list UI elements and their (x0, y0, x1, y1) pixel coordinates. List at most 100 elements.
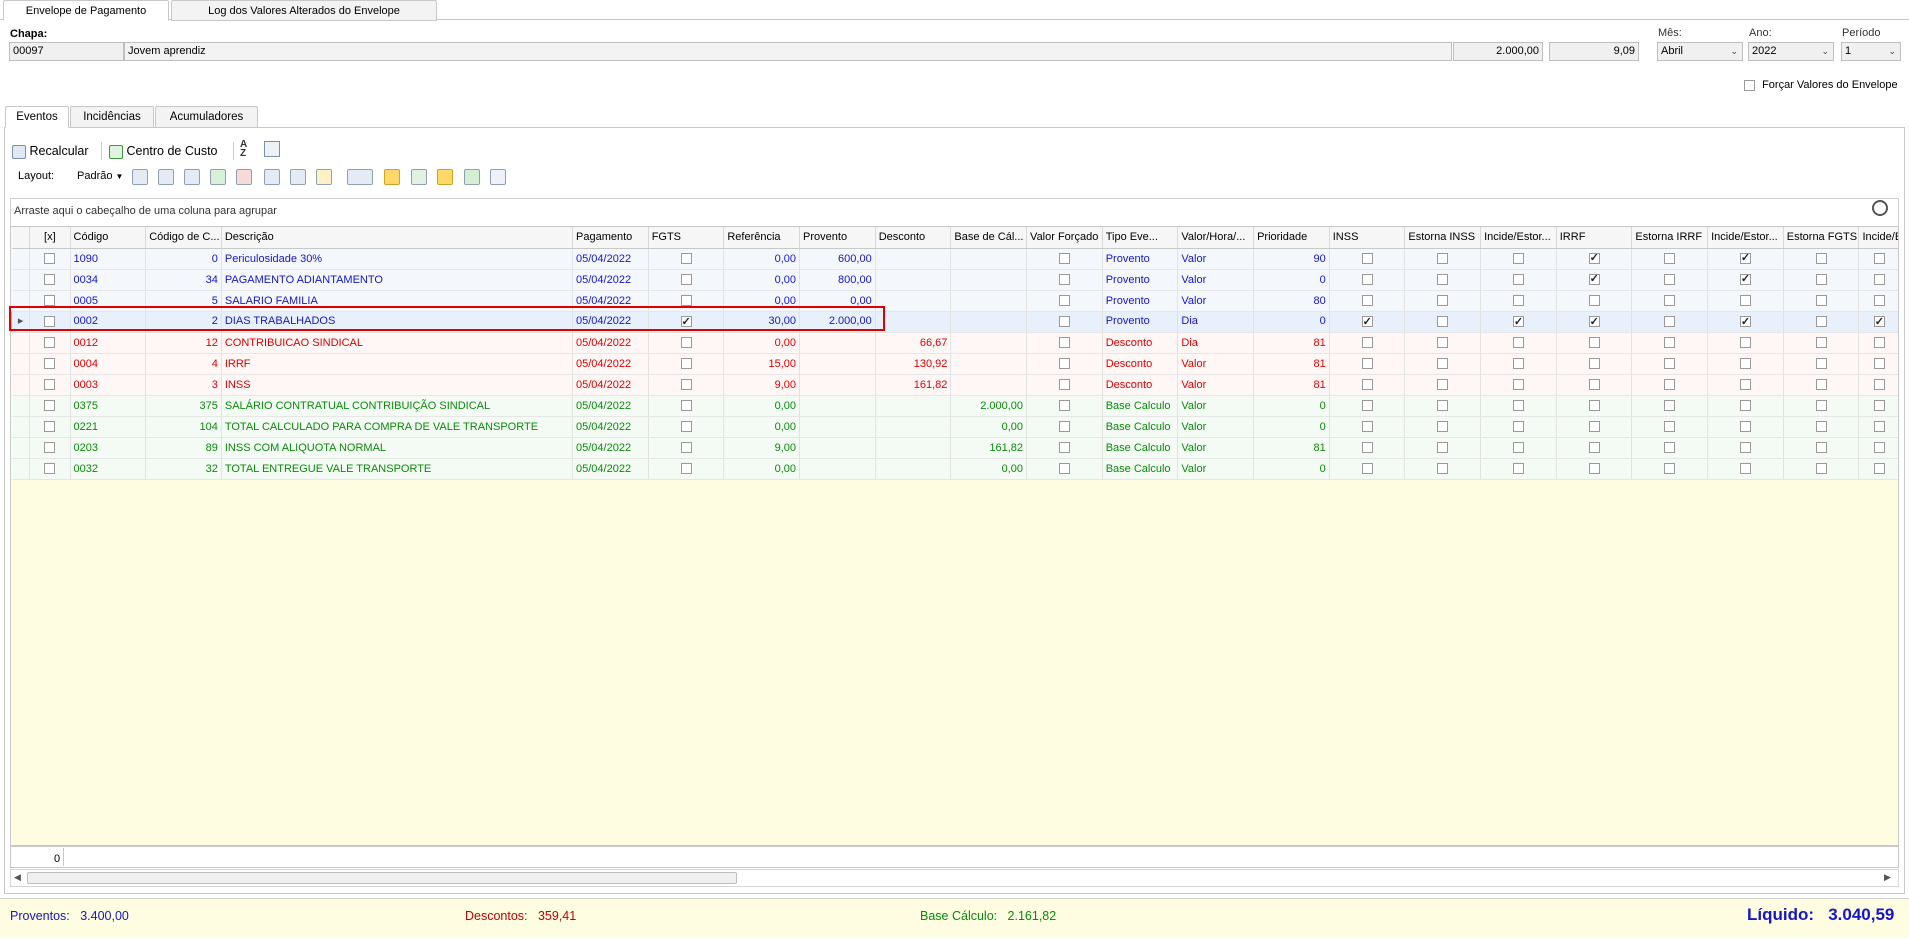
checkbox[interactable] (44, 337, 56, 349)
incidence-checkbox-cell[interactable] (1480, 311, 1557, 333)
valor-forcado-cell[interactable] (1026, 290, 1103, 312)
checkbox[interactable] (680, 442, 692, 454)
checkbox[interactable] (1873, 274, 1885, 286)
checkbox[interactable] (680, 379, 692, 391)
incidence-checkbox-cell[interactable] (1329, 416, 1406, 438)
checkbox[interactable] (1739, 337, 1751, 349)
incidence-checkbox-cell[interactable] (1480, 437, 1557, 459)
checkbox[interactable] (1361, 421, 1373, 433)
column-header[interactable]: Incide/Estor... (1707, 227, 1784, 249)
incidence-checkbox-cell[interactable] (1556, 311, 1633, 333)
incidence-checkbox-cell[interactable] (1404, 248, 1482, 270)
checkbox[interactable] (1873, 379, 1885, 391)
checkbox[interactable] (680, 358, 692, 370)
checkbox[interactable] (1815, 442, 1827, 454)
column-header[interactable]: Base de Cál... (950, 227, 1028, 249)
checkbox[interactable] (1437, 315, 1449, 327)
incidence-checkbox-cell[interactable] (1404, 269, 1482, 291)
incidence-checkbox-cell[interactable] (1480, 374, 1557, 396)
column-header[interactable]: Referência (723, 227, 801, 249)
incidence-checkbox-cell[interactable] (1556, 416, 1633, 438)
checkbox[interactable] (1361, 253, 1373, 265)
valor-forcado-cell[interactable] (1026, 395, 1103, 417)
column-header[interactable]: Pagamento (572, 227, 649, 249)
incidence-checkbox-cell[interactable] (1404, 311, 1482, 333)
column-header[interactable]: Estorna FGTS (1783, 227, 1860, 249)
checkbox[interactable] (1058, 358, 1070, 370)
checkbox[interactable] (1588, 379, 1600, 391)
checkbox[interactable] (1739, 463, 1751, 475)
incidence-checkbox-cell[interactable] (1858, 416, 1898, 438)
view-text-icon[interactable] (490, 169, 506, 185)
incidence-checkbox-cell[interactable] (1707, 416, 1784, 438)
incidence-checkbox-cell[interactable] (1329, 437, 1406, 459)
checkbox[interactable] (1873, 253, 1885, 265)
checkbox[interactable] (1815, 337, 1827, 349)
incidence-checkbox-cell[interactable] (1858, 395, 1898, 417)
incidence-checkbox-cell[interactable] (1707, 290, 1784, 312)
edit-icon[interactable] (316, 169, 332, 185)
incidence-checkbox-cell[interactable] (1480, 332, 1557, 354)
checkbox[interactable] (1588, 251, 1600, 265)
incidence-checkbox-cell[interactable] (1631, 437, 1709, 459)
checkbox[interactable] (1512, 337, 1524, 349)
fgts-cell[interactable] (648, 395, 725, 417)
forcar-valores-checkbox[interactable] (1744, 79, 1755, 91)
checkbox[interactable] (1512, 274, 1524, 286)
checkbox[interactable] (1739, 314, 1751, 331)
checkbox[interactable] (1815, 253, 1827, 265)
sum-icon[interactable] (290, 169, 306, 185)
checkbox[interactable] (1815, 315, 1827, 327)
checkbox[interactable] (1058, 274, 1070, 286)
incidence-checkbox-cell[interactable] (1480, 290, 1557, 312)
checkbox[interactable] (1588, 421, 1600, 433)
sort-az-icon[interactable]: AZ (240, 140, 258, 159)
incidence-checkbox-cell[interactable] (1783, 311, 1860, 333)
checkbox[interactable] (1361, 358, 1373, 370)
checkbox[interactable] (1873, 314, 1885, 331)
incidence-checkbox-cell[interactable] (1329, 458, 1406, 480)
checkbox[interactable] (44, 400, 56, 412)
fgts-cell[interactable] (648, 437, 725, 459)
mes-select[interactable]: Abril ⌄ (1657, 42, 1743, 61)
checkbox[interactable] (1815, 295, 1827, 307)
checkbox[interactable] (1512, 400, 1524, 412)
incidence-checkbox-cell[interactable] (1707, 248, 1784, 270)
layout-home-icon[interactable] (236, 169, 252, 185)
checkbox[interactable] (1664, 379, 1676, 391)
incidence-checkbox-cell[interactable] (1858, 437, 1898, 459)
checkbox[interactable] (1588, 272, 1600, 286)
checkbox[interactable] (1739, 400, 1751, 412)
incidence-checkbox-cell[interactable] (1480, 416, 1557, 438)
incidence-checkbox-cell[interactable] (1631, 458, 1709, 480)
column-header[interactable]: Valor Forçado (1026, 227, 1103, 249)
checkbox[interactable] (44, 295, 56, 307)
scroll-right-icon[interactable]: ▶ (1884, 872, 1891, 883)
checkbox[interactable] (1058, 295, 1070, 307)
checkbox[interactable] (1437, 337, 1449, 349)
checkbox[interactable] (1664, 337, 1676, 349)
checkbox[interactable] (1058, 379, 1070, 391)
incidence-checkbox-cell[interactable] (1858, 458, 1898, 480)
column-header[interactable]: Incide/Esto (1858, 227, 1898, 249)
incidence-checkbox-cell[interactable] (1707, 458, 1784, 480)
column-header[interactable]: IRRF (1556, 227, 1633, 249)
incidence-checkbox-cell[interactable] (1404, 374, 1482, 396)
checkbox[interactable] (1361, 379, 1373, 391)
incidence-checkbox-cell[interactable] (1707, 311, 1784, 333)
fgts-cell[interactable] (648, 353, 725, 375)
incidence-checkbox-cell[interactable] (1404, 458, 1482, 480)
checkbox[interactable] (1512, 442, 1524, 454)
fgts-cell[interactable] (648, 374, 725, 396)
checkbox[interactable] (1361, 274, 1373, 286)
table-row[interactable]: 0003 3 INSS 05/04/2022 9,00 161,82 Desconto Val… (11, 374, 1898, 396)
column-header[interactable]: Código de C... (145, 227, 222, 249)
ano-select[interactable]: 2022 ⌄ (1748, 42, 1834, 61)
incidence-checkbox-cell[interactable] (1783, 374, 1860, 396)
checkbox[interactable] (1873, 358, 1885, 370)
checkbox[interactable] (44, 421, 56, 433)
checkbox[interactable] (44, 274, 56, 286)
incidence-checkbox-cell[interactable] (1329, 311, 1406, 333)
layout-save-icon[interactable] (132, 169, 148, 185)
fgts-cell[interactable] (648, 269, 725, 291)
